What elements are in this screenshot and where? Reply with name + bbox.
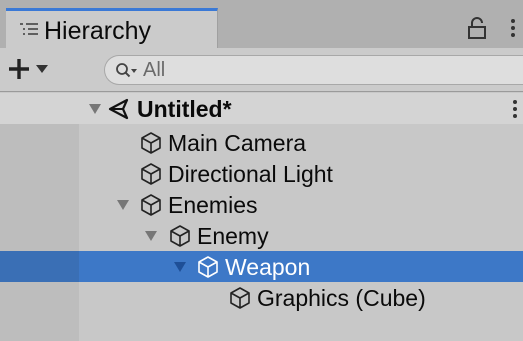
selection-gutter [0, 251, 79, 282]
chevron-down-icon[interactable] [117, 200, 129, 210]
hierarchy-tree: Untitled* Main Camera Directional Light … [0, 93, 523, 341]
tree-item[interactable]: Enemy [0, 220, 523, 251]
tree-item-label: Enemy [197, 223, 269, 249]
hierarchy-toolbar [0, 48, 523, 92]
unity-scene-icon [108, 98, 129, 120]
chevron-down-icon[interactable] [89, 104, 101, 114]
cube-icon [230, 287, 250, 309]
tree-item[interactable]: Enemies [0, 189, 523, 220]
chevron-down-icon [36, 65, 48, 73]
cube-icon [141, 132, 161, 154]
add-object-button[interactable] [4, 54, 60, 84]
tab-hierarchy[interactable]: Hierarchy [6, 8, 218, 48]
cube-icon [141, 163, 161, 185]
tree-item[interactable]: Graphics (Cube) [0, 282, 523, 313]
tree-item[interactable]: Directional Light [0, 158, 523, 189]
tree-item-label: Weapon [225, 254, 311, 280]
search-input[interactable] [143, 58, 513, 82]
tree-item[interactable]: Main Camera [0, 127, 523, 158]
chevron-down-icon[interactable] [174, 262, 186, 272]
scene-row[interactable]: Untitled* [0, 93, 523, 124]
tree-item-label: Enemies [168, 192, 258, 218]
kebab-menu-icon[interactable] [508, 17, 518, 39]
list-icon [20, 23, 38, 35]
plus-icon [9, 59, 29, 79]
search-icon [116, 63, 137, 78]
tree-item-label: Main Camera [168, 130, 307, 156]
cube-icon [170, 225, 190, 247]
scene-name: Untitled* [137, 96, 232, 122]
cube-icon [198, 256, 218, 278]
lock-icon[interactable] [466, 17, 488, 39]
search-field[interactable] [104, 55, 523, 85]
chevron-down-icon[interactable] [145, 231, 157, 241]
tree-item-label: Graphics (Cube) [257, 285, 426, 311]
tab-bar: Hierarchy [0, 0, 523, 48]
tree-item-label: Directional Light [168, 161, 333, 187]
tab-title: Hierarchy [44, 17, 151, 45]
kebab-menu-icon[interactable] [510, 98, 520, 120]
cube-icon [141, 194, 161, 216]
tree-item-selected[interactable]: Weapon [0, 251, 523, 282]
